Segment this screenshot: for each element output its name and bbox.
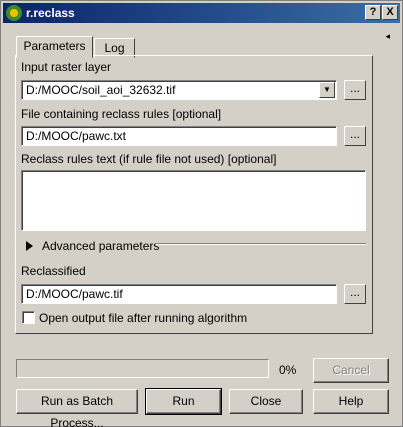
output-file-input[interactable]: D:/MOOC/pawc.tif — [21, 284, 337, 304]
close-button[interactable]: Close — [229, 389, 303, 414]
expand-arrow-icon[interactable] — [26, 241, 33, 251]
advanced-parameters-label[interactable]: Advanced parameters — [42, 239, 159, 253]
rules-text-label: Reclass rules text (if rule file not use… — [21, 152, 277, 166]
title-bar[interactable]: r.reclass ? X — [3, 3, 400, 23]
advanced-divider — [156, 243, 366, 245]
progress-percent: 0% — [279, 363, 297, 377]
tab-parameters[interactable]: Parameters — [16, 36, 93, 58]
progress-bar — [16, 359, 269, 378]
window-title: r.reclass — [26, 6, 75, 20]
run-batch-button[interactable]: Run as Batch Process... — [16, 389, 138, 427]
help-title-button[interactable]: ? — [365, 5, 381, 20]
output-label: Reclassified — [21, 264, 86, 278]
input-raster-label: Input raster layer — [21, 60, 112, 74]
input-raster-combobox[interactable]: D:/MOOC/soil_aoi_32632.tif ▼ — [21, 80, 337, 100]
cancel-button[interactable]: Cancel — [313, 358, 389, 383]
rules-file-input[interactable]: D:/MOOC/pawc.txt — [21, 126, 337, 146]
close-title-button[interactable]: X — [382, 5, 398, 20]
open-output-checkbox[interactable] — [22, 311, 35, 324]
collapse-panel-icon[interactable]: ◂ — [385, 32, 390, 42]
chevron-down-icon[interactable]: ▼ — [319, 82, 335, 98]
help-button[interactable]: Help — [313, 389, 389, 414]
rules-text-area[interactable] — [21, 170, 366, 231]
rules-file-label: File containing reclass rules [optional] — [21, 107, 222, 121]
qgis-logo-icon — [6, 5, 22, 21]
run-button[interactable]: Run — [145, 388, 222, 415]
input-raster-browse-button[interactable]: ... — [344, 80, 366, 100]
input-raster-value: D:/MOOC/soil_aoi_32632.tif — [26, 83, 176, 97]
output-browse-button[interactable]: ... — [344, 284, 366, 304]
dialog-window: r.reclass ? X ◂ Parameters Log Input ras… — [0, 0, 403, 427]
open-output-label[interactable]: Open output file after running algorithm — [39, 311, 247, 325]
rules-file-browse-button[interactable]: ... — [344, 126, 366, 146]
